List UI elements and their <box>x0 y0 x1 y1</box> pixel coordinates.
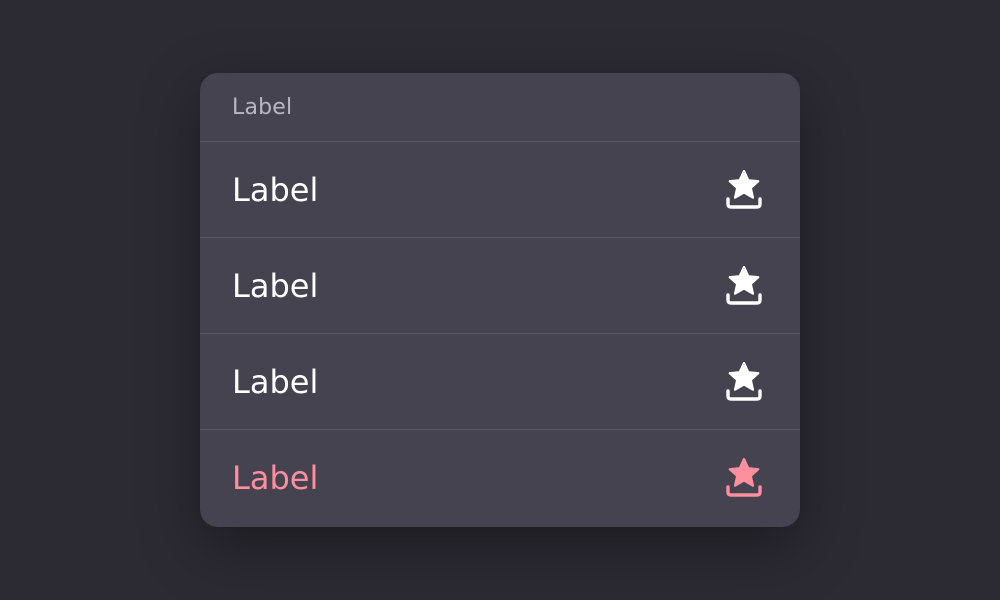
star-tray-icon <box>724 168 764 212</box>
menu-item-1[interactable]: Label <box>200 142 800 238</box>
star-tray-icon <box>724 264 764 308</box>
menu-item-3[interactable]: Label <box>200 334 800 430</box>
star-tray-icon <box>724 360 764 404</box>
menu-item-2[interactable]: Label <box>200 238 800 334</box>
menu-header: Label <box>200 73 800 142</box>
context-menu: Label Label Label Label Label <box>200 73 800 527</box>
menu-item-4[interactable]: Label <box>200 430 800 526</box>
star-tray-icon <box>724 456 764 500</box>
menu-item-label: Label <box>232 170 319 209</box>
menu-item-label: Label <box>232 362 319 401</box>
menu-item-label: Label <box>232 266 319 305</box>
menu-item-label: Label <box>232 459 319 497</box>
